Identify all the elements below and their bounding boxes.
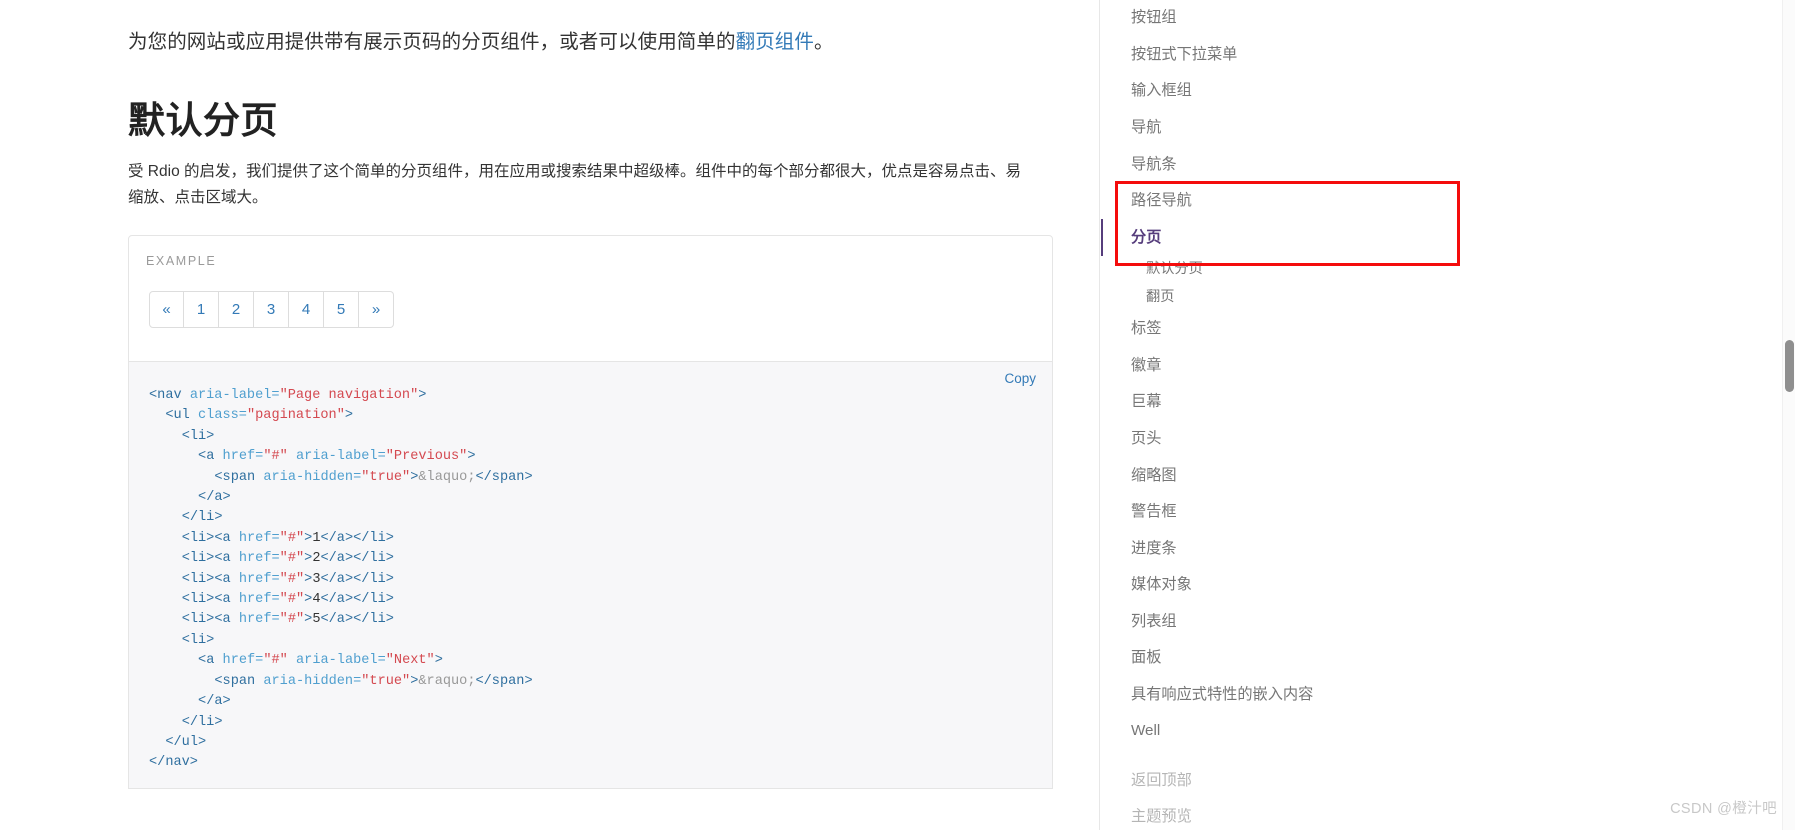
sidebar-item-link[interactable]: 分页 [1101, 219, 1795, 256]
copy-button[interactable]: Copy [1000, 369, 1040, 388]
fanye-component-link[interactable]: 翻页组件 [736, 31, 814, 53]
sidebar-item[interactable]: Well [1101, 713, 1795, 750]
sidebar-item[interactable]: 导航条 [1101, 146, 1795, 183]
pagination-item[interactable]: » [359, 291, 394, 329]
pagination-item[interactable]: 1 [184, 291, 219, 329]
pagination-link[interactable]: 2 [219, 291, 254, 329]
example-label: EXAMPLE [146, 254, 217, 268]
pagination-link[interactable]: 1 [184, 291, 219, 329]
sidebar-item-link[interactable]: 警告框 [1101, 494, 1795, 531]
pagination-link[interactable]: » [359, 291, 394, 329]
sidebar-nav-column: 按钮组 按钮式下拉菜单 输入框组 导航 导航条 路径导航 分页 默认分页 翻页 标签 徽章 巨幕 页头缩… [1101, 0, 1795, 830]
sidebar-item[interactable]: 返回顶部 [1101, 762, 1795, 799]
pagination-component[interactable]: «1 2 3 4 5» [149, 291, 394, 329]
sidebar-item[interactable]: 页头 [1101, 421, 1795, 458]
main-content-column: 为您的网站或应用提供带有展示页码的分页组件，或者可以使用简单的翻页组件。 默认分… [0, 0, 1100, 830]
sidebar-item-link[interactable]: 巨幕 [1101, 384, 1795, 421]
pagination-item[interactable]: 4 [289, 291, 324, 329]
sidebar-item[interactable]: 路径导航 [1101, 183, 1795, 220]
lead-text-after: 。 [814, 31, 834, 53]
sidebar-item-link[interactable]: 翻页 [1101, 283, 1795, 311]
example-box: EXAMPLE «1 2 3 4 5» [128, 235, 1053, 362]
sidebar-item[interactable]: 默认分页 [1101, 256, 1795, 284]
sidebar-item-link[interactable]: 输入框组 [1101, 73, 1795, 110]
pagination-item[interactable]: 2 [219, 291, 254, 329]
sidebar-item[interactable]: 缩略图 [1101, 457, 1795, 494]
sidebar-item[interactable]: 具有响应式特性的嵌入内容 [1101, 676, 1795, 713]
pagination-item[interactable]: 3 [254, 291, 289, 329]
description-paragraph: 受 Rdio 的启发，我们提供了这个简单的分页组件，用在应用或搜索结果中超级棒。… [128, 162, 1021, 206]
sidebar-item-link[interactable]: 媒体对象 [1101, 567, 1795, 604]
scrollbar-thumb[interactable] [1785, 340, 1794, 392]
sidebar-item[interactable]: 输入框组 [1101, 73, 1795, 110]
pagination-item[interactable]: « [149, 291, 184, 329]
code-block-container: Copy <nav aria-label="Page navigation"> … [128, 362, 1053, 789]
lead-paragraph: 为您的网站或应用提供带有展示页码的分页组件，或者可以使用简单的翻页组件。 [128, 0, 1053, 57]
sidebar-item-link[interactable]: 按钮组 [1101, 0, 1795, 37]
sidebar-item[interactable]: 媒体对象 [1101, 567, 1795, 604]
sidebar-item[interactable]: 按钮组 [1101, 0, 1795, 37]
sidebar-item-link[interactable]: 列表组 [1101, 603, 1795, 640]
sidebar-item[interactable]: 标签 [1101, 311, 1795, 348]
sidebar-item-link[interactable]: 返回顶部 [1101, 762, 1795, 799]
sidebar-item-link[interactable]: 按钮式下拉菜单 [1101, 37, 1795, 74]
sidebar-item-link[interactable]: 导航条 [1101, 146, 1795, 183]
sidebar-item-link[interactable]: 页头 [1101, 421, 1795, 458]
sidebar-item-link[interactable]: 缩略图 [1101, 457, 1795, 494]
sidebar-item[interactable]: 分页 [1101, 219, 1795, 256]
sidebar-item-link[interactable]: 路径导航 [1101, 183, 1795, 220]
lead-text-before: 为您的网站或应用提供带有展示页码的分页组件，或者可以使用简单的 [128, 31, 736, 53]
pagination-link[interactable]: 4 [289, 291, 324, 329]
sidebar-item[interactable]: 翻页 [1101, 283, 1795, 311]
sidebar-nav-list: 按钮组 按钮式下拉菜单 输入框组 导航 导航条 路径导航 分页 默认分页 翻页 标签 徽章 巨幕 页头缩… [1101, 0, 1795, 830]
sidebar-item[interactable]: 列表组 [1101, 603, 1795, 640]
sidebar-item[interactable]: 导航 [1101, 110, 1795, 147]
watermark: CSDN @橙汁吧 [1670, 801, 1777, 817]
page-scrollbar[interactable] [1782, 0, 1795, 830]
sidebar-item[interactable]: 面板 [1101, 640, 1795, 677]
sidebar-spacer [1101, 749, 1795, 762]
code-snippet: <nav aria-label="Page navigation"> <ul c… [149, 388, 533, 771]
sidebar-item-link[interactable]: 导航 [1101, 110, 1795, 147]
sidebar-item[interactable]: 进度条 [1101, 530, 1795, 567]
page-title: 默认分页 [128, 100, 278, 142]
sidebar-item-link[interactable]: 标签 [1101, 311, 1795, 348]
pagination-link[interactable]: 3 [254, 291, 289, 329]
sidebar-item-link[interactable]: Well [1101, 713, 1795, 750]
sidebar-item[interactable]: 警告框 [1101, 494, 1795, 531]
sidebar-item[interactable]: 巨幕 [1101, 384, 1795, 421]
sidebar-item-link[interactable]: 进度条 [1101, 530, 1795, 567]
pagination-link[interactable]: « [149, 291, 184, 329]
sidebar-item[interactable]: 徽章 [1101, 348, 1795, 385]
sidebar-item-link[interactable]: 面板 [1101, 640, 1795, 677]
sidebar-item[interactable]: 按钮式下拉菜单 [1101, 37, 1795, 74]
sidebar-item-link[interactable]: 徽章 [1101, 348, 1795, 385]
sidebar-item-link[interactable]: 默认分页 [1101, 256, 1795, 284]
content-inner: 为您的网站或应用提供带有展示页码的分页组件，或者可以使用简单的翻页组件。 默认分… [0, 0, 1099, 789]
sidebar-item-link[interactable]: 具有响应式特性的嵌入内容 [1101, 676, 1795, 713]
pagination-item[interactable]: 5 [324, 291, 359, 329]
pagination-link[interactable]: 5 [324, 291, 359, 329]
